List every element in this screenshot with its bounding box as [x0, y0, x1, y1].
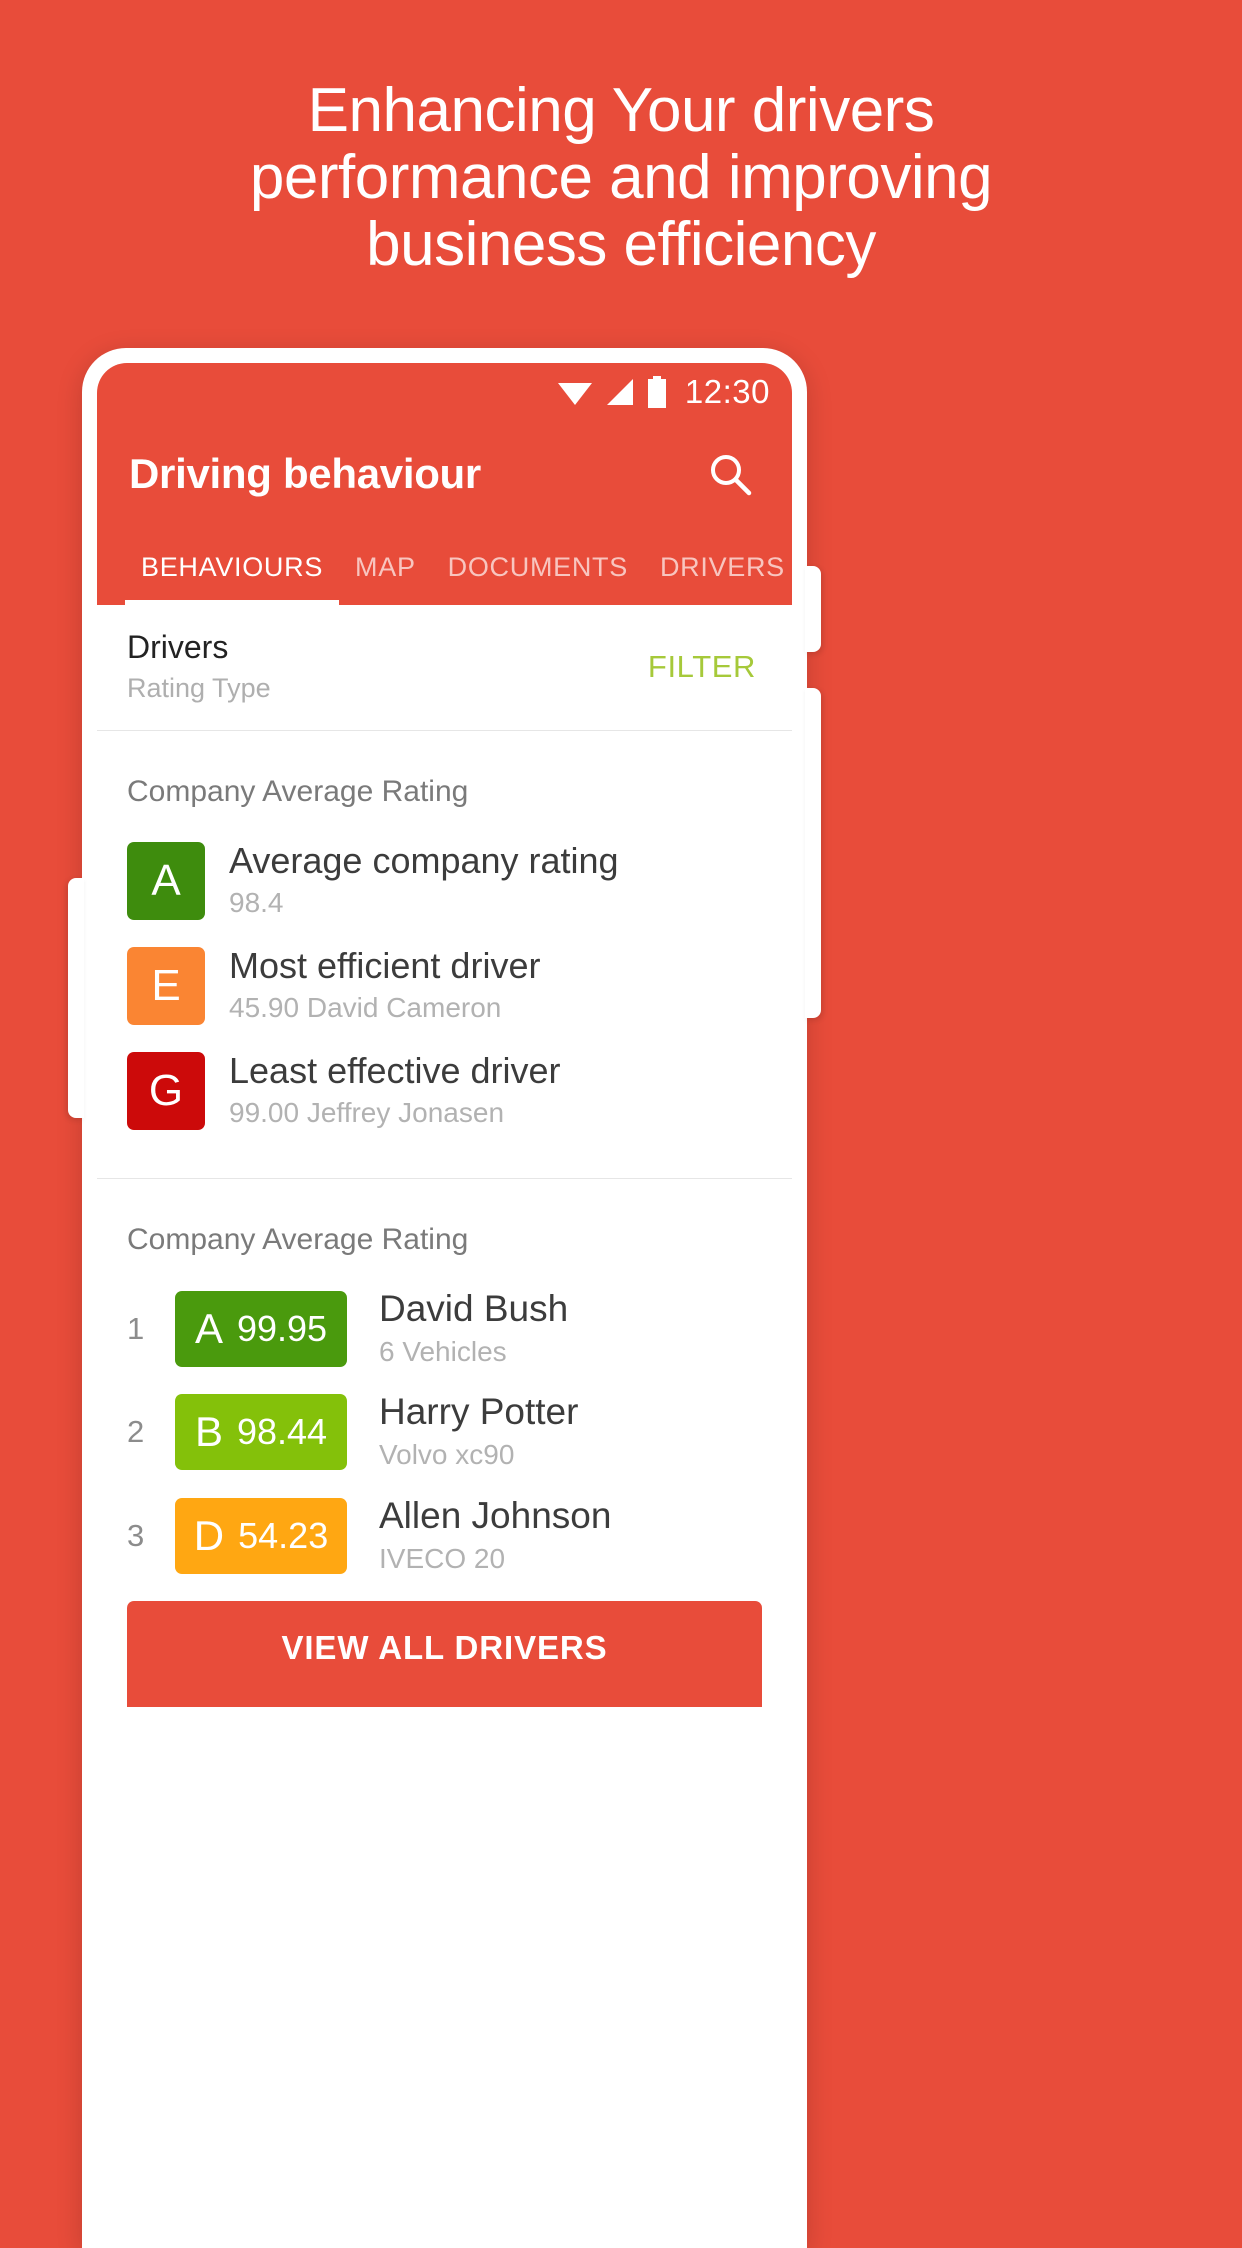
table-row[interactable]: 2 B 98.44 Harry Potter Volvo xc90 [127, 1390, 762, 1473]
driver-name: David Bush [379, 1288, 569, 1329]
summary-item-text: Most efficient driver 45.90 David Camero… [229, 944, 540, 1027]
phone-mockup: 12:30 Driving behaviour BEHAVIOURS MAP D… [68, 348, 821, 2248]
tab-drivers[interactable]: DRIVERS [644, 552, 792, 605]
grade-letter: B [194, 1408, 223, 1456]
status-bar-clock: 12:30 [684, 373, 770, 410]
cellular-signal-icon [606, 379, 633, 405]
summary-item-text: Least effective driver 99.00 Jeffrey Jon… [229, 1049, 561, 1132]
side-button[interactable] [805, 688, 821, 1018]
power-button[interactable] [805, 566, 821, 652]
summary-item-label: Most efficient driver [229, 945, 541, 987]
tab-map-label: MAP [355, 552, 416, 582]
rank-number: 2 [127, 1414, 145, 1450]
headline-line-1: Enhancing Your drivers [307, 76, 935, 145]
filter-button[interactable]: FILTER [642, 639, 762, 695]
filter-row-title: Drivers [127, 629, 229, 665]
search-icon [711, 455, 752, 496]
driver-info: David Bush 6 Vehicles [379, 1287, 568, 1370]
promo-headline: Enhancing Your drivers performance and i… [0, 76, 1242, 279]
summary-item-value: 98.4 [229, 887, 284, 919]
tab-map[interactable]: MAP [339, 552, 432, 605]
headline-line-3: business efficiency [366, 209, 876, 279]
driver-info: Allen Johnson IVECO 20 [379, 1494, 611, 1577]
grade-score: 54.23 [238, 1514, 329, 1556]
table-row[interactable]: 3 D 54.23 Allen Johnson IVECO 20 [127, 1494, 762, 1577]
view-all-drivers-button[interactable]: VIEW ALL DRIVERS [127, 1601, 762, 1708]
driver-detail: IVECO 20 [379, 1542, 506, 1574]
list-item[interactable]: G Least effective driver 99.00 Jeffrey J… [127, 1049, 762, 1132]
tab-behaviours-label: BEHAVIOURS [141, 552, 324, 582]
driver-detail: Volvo xc90 [379, 1439, 515, 1471]
battery-icon [647, 376, 666, 408]
tab-behaviours[interactable]: BEHAVIOURS [125, 552, 340, 605]
grade-score-badge: A 99.95 [175, 1290, 347, 1367]
summary-item-text: Average company rating 98.4 [229, 839, 619, 922]
grade-score-badge: D 54.23 [175, 1497, 347, 1574]
driver-name: Harry Potter [379, 1391, 579, 1433]
driver-name: Allen Johnson [379, 1494, 612, 1536]
grade-badge: G [127, 1051, 205, 1130]
app-bar: Driving behaviour [97, 421, 792, 527]
ranking-card-title: Company Average Rating [127, 1223, 469, 1256]
tab-documents-label: DOCUMENTS [447, 552, 628, 582]
grade-badge: A [127, 841, 205, 920]
summary-item-value: 45.90 David Cameron [229, 992, 502, 1024]
content-area: Drivers Rating Type FILTER Company Avera… [97, 605, 792, 1732]
table-row[interactable]: 1 A 99.95 David Bush 6 Vehicles [127, 1287, 762, 1370]
status-bar: 12:30 [97, 363, 792, 421]
driver-info: Harry Potter Volvo xc90 [379, 1390, 578, 1473]
filter-row-text: Drivers Rating Type [127, 627, 271, 706]
list-item[interactable]: E Most efficient driver 45.90 David Came… [127, 944, 762, 1027]
grade-score: 98.44 [236, 1411, 328, 1453]
rank-number: 3 [127, 1517, 145, 1553]
driver-ranking-card: Company Average Rating 1 A 99.95 David B… [97, 1179, 792, 1731]
volume-button[interactable] [68, 878, 84, 1118]
search-button[interactable] [702, 446, 758, 502]
summary-item-label: Average company rating [229, 840, 619, 882]
tab-bar: BEHAVIOURS MAP DOCUMENTS DRIVERS [97, 527, 792, 605]
tab-drivers-label: DRIVERS [659, 552, 785, 582]
grade-score-badge: B 98.44 [175, 1394, 347, 1471]
summary-item-label: Least effective driver [229, 1050, 561, 1092]
summary-item-value: 99.00 Jeffrey Jonasen [229, 1097, 505, 1129]
wifi-icon [557, 383, 592, 405]
summary-card-title: Company Average Rating [127, 775, 469, 809]
grade-badge: E [127, 946, 205, 1025]
headline-line-2: performance and improving [249, 142, 993, 212]
list-item[interactable]: A Average company rating 98.4 [127, 839, 762, 922]
phone-screen: 12:30 Driving behaviour BEHAVIOURS MAP D… [97, 363, 792, 2248]
driver-detail: 6 Vehicles [379, 1335, 507, 1367]
company-average-summary-card: Company Average Rating A Average company… [97, 731, 792, 1179]
page-title: Driving behaviour [129, 450, 481, 497]
grade-letter: D [193, 1511, 225, 1559]
grade-letter: A [194, 1304, 223, 1352]
grade-score: 99.95 [236, 1307, 328, 1349]
tab-documents[interactable]: DOCUMENTS [432, 552, 644, 605]
filter-row: Drivers Rating Type FILTER [97, 605, 792, 732]
filter-row-subtitle: Rating Type [127, 672, 271, 703]
rank-number: 1 [127, 1310, 145, 1346]
